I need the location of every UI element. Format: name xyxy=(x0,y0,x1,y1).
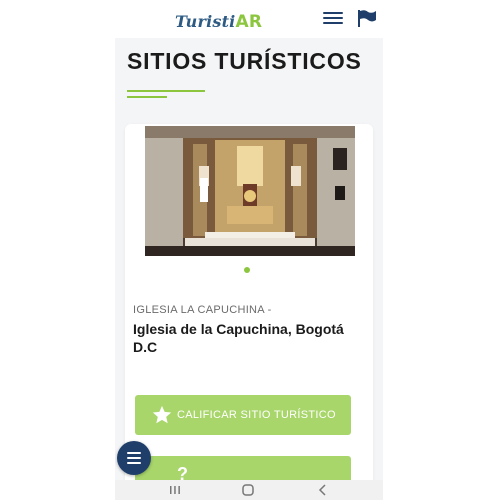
rate-site-label: CALIFICAR SITIO TURÍSTICO xyxy=(177,409,336,421)
android-navigation-bar xyxy=(115,480,383,500)
app-screen: TuristiAR SITIOS TURÍSTICOS IGLESIA LA C… xyxy=(115,0,383,500)
floating-menu-button[interactable] xyxy=(117,441,151,475)
flag-icon[interactable] xyxy=(357,9,377,27)
star-icon xyxy=(152,405,172,424)
hamburger-menu-icon[interactable] xyxy=(323,12,343,26)
title-underline-short xyxy=(127,96,167,98)
home-icon[interactable] xyxy=(238,483,258,497)
church-altar-image xyxy=(145,126,355,256)
site-name: Iglesia de la Capuchina, Bogotá D.C xyxy=(133,321,344,355)
logo-text-ar: AR xyxy=(235,12,263,32)
page-title: SITIOS TURÍSTICOS xyxy=(127,48,362,74)
title-underline xyxy=(127,90,205,92)
logo-text-turisti: Turisti xyxy=(175,12,236,31)
carousel-indicator-dot[interactable] xyxy=(244,267,250,273)
recents-icon[interactable] xyxy=(165,483,185,497)
rate-site-button[interactable]: CALIFICAR SITIO TURÍSTICO xyxy=(135,395,351,435)
app-logo[interactable]: TuristiAR xyxy=(175,12,262,32)
site-category-label: IGLESIA LA CAPUCHINA - xyxy=(133,304,272,316)
back-icon[interactable] xyxy=(313,483,333,497)
top-bar: TuristiAR xyxy=(115,0,383,38)
site-card: IGLESIA LA CAPUCHINA - Iglesia de la Cap… xyxy=(125,124,373,500)
site-photo-carousel[interactable] xyxy=(145,126,355,256)
